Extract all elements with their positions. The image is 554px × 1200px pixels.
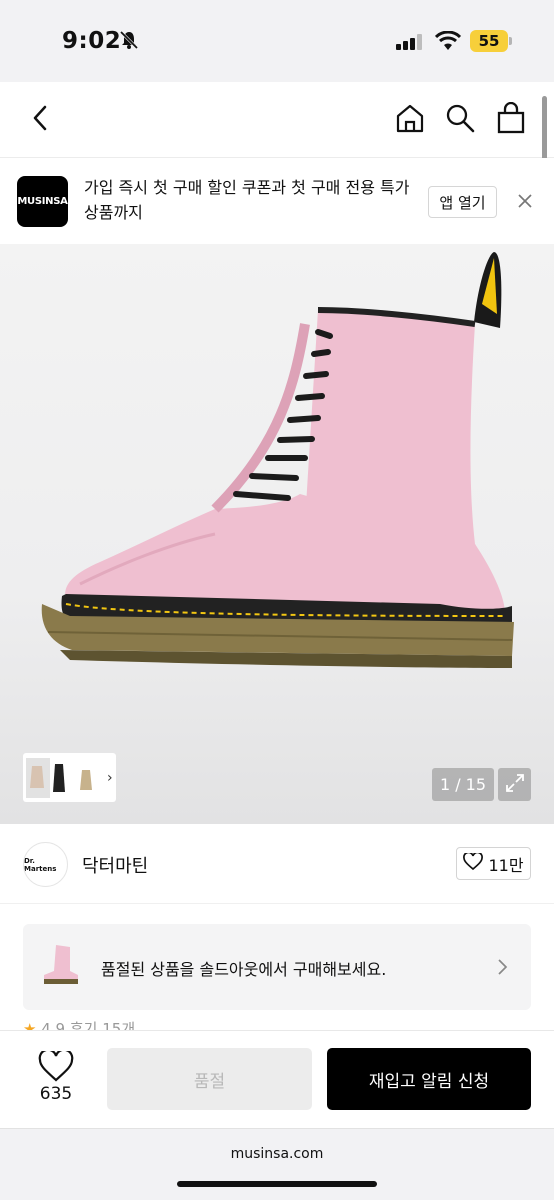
thumbnail-2[interactable]	[51, 757, 75, 798]
heart-icon	[463, 851, 484, 875]
brand-logo[interactable]: Dr. Martens	[23, 842, 68, 887]
soldout-button[interactable]: 품절	[107, 1048, 312, 1110]
battery-indicator: 55	[470, 30, 508, 52]
search-button[interactable]	[440, 100, 480, 140]
back-icon	[30, 104, 50, 136]
bell-off-icon	[119, 30, 139, 54]
chevron-right-icon[interactable]: ›	[107, 770, 113, 786]
thumbnail-3[interactable]	[76, 757, 100, 798]
close-icon[interactable]	[515, 191, 535, 215]
thumbnail-strip[interactable]: ›	[23, 753, 116, 802]
bottom-action-bar: 635 품절 재입고 알림 신청	[0, 1030, 554, 1128]
brand-row[interactable]: Dr. Martens 닥터마틴 11만	[0, 824, 554, 904]
app-install-banner: MUSINSA 가입 즉시 첫 구매 할인 쿠폰과 첫 구매 전용 특가 상품까…	[0, 158, 554, 244]
soldout-product-thumbnail	[44, 945, 78, 984]
expand-button[interactable]	[498, 768, 531, 801]
open-app-button[interactable]: 앱 열기	[428, 186, 497, 218]
cart-button[interactable]	[491, 100, 531, 140]
back-button[interactable]	[20, 100, 60, 140]
heart-icon[interactable]	[38, 1048, 74, 1087]
wishlist-count: 635	[39, 1084, 73, 1104]
browser-address-bar[interactable]: musinsa.com	[0, 1128, 554, 1200]
battery-tip	[509, 37, 512, 45]
brand-name[interactable]: 닥터마틴	[82, 852, 148, 878]
signal-icon	[396, 34, 424, 54]
home-indicator	[177, 1181, 377, 1187]
banner-message: 가입 즉시 첫 구매 할인 쿠폰과 첫 구매 전용 특가 상품까지	[84, 178, 410, 222]
like-count: 11만	[488, 855, 524, 875]
url-text[interactable]: musinsa.com	[0, 1146, 554, 1162]
restock-alert-button[interactable]: 재입고 알림 신청	[327, 1048, 531, 1110]
search-icon	[445, 103, 475, 137]
image-counter: 1 / 15	[432, 768, 494, 801]
soldout-promo-card[interactable]: 품절된 상품을 솔드아웃에서 구매해보세요.	[23, 924, 531, 1010]
product-image[interactable]	[0, 244, 554, 824]
bag-icon	[496, 101, 526, 138]
boot-illustration	[41, 252, 514, 668]
status-time: 9:02	[62, 28, 122, 54]
like-button[interactable]: 11만	[456, 847, 531, 880]
chevron-right-icon	[496, 957, 508, 981]
wifi-icon	[434, 30, 462, 55]
brand-logo-text: Dr. Martens	[24, 856, 57, 873]
top-nav-bar	[0, 82, 554, 158]
home-button[interactable]	[390, 100, 430, 140]
musinsa-logo: MUSINSA	[17, 176, 68, 227]
soldout-promo-text: 품절된 상품을 솔드아웃에서 구매해보세요.	[101, 960, 387, 979]
status-bar: 9:02 55	[0, 0, 554, 82]
home-icon	[394, 102, 426, 138]
thumbnail-1[interactable]	[26, 757, 50, 798]
expand-icon	[504, 772, 526, 798]
